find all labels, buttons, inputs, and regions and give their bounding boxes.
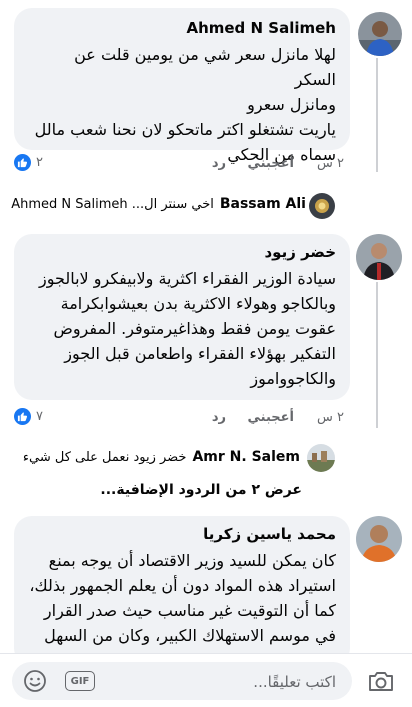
gif-button[interactable]: GIF [64, 669, 96, 693]
camera-icon [369, 672, 393, 691]
gif-icon: GIF [65, 671, 95, 691]
reaction-count: ٢ [36, 155, 43, 170]
reply-text: خضر زيود نعمل على كل شيء [22, 449, 187, 465]
comment-text: سيادة الوزير الفقراء اكثرية ولابيفكرو لا… [39, 269, 336, 388]
reply-link[interactable]: رد [212, 156, 226, 172]
like-icon [14, 154, 31, 171]
avatar-photo-icon [309, 193, 335, 219]
comment-text: لهلا مانزل سعر شي من يومين قلت عن السكر … [34, 45, 336, 164]
reply-author[interactable]: Amr N. Salem [192, 449, 300, 465]
reply-author[interactable]: Bassam Ali [220, 196, 306, 212]
view-more-replies-link[interactable]: عرض ٢ من الردود الإضافية... [100, 482, 302, 498]
comment-field[interactable]: GIF [12, 662, 352, 702]
avatar[interactable] [356, 234, 402, 280]
avatar-photo-icon [307, 444, 335, 472]
comment-author[interactable]: محمد ياسين زكريا [28, 524, 336, 544]
reply-link[interactable]: رد [212, 410, 226, 426]
reaction-summary[interactable]: ٢ [14, 154, 43, 171]
emoji-icon [24, 670, 46, 692]
reply-text: اخي سنتر ال... Ahmed N Salimeh [11, 196, 214, 212]
avatar-photo-icon [358, 12, 402, 56]
like-link[interactable]: أعجبني [248, 410, 294, 426]
comment-time: ٢ س [317, 156, 344, 171]
avatar-photo-icon [356, 516, 402, 562]
reply-preview[interactable]: Amr N. Salem خضر زيود نعمل على كل شيء [23, 449, 300, 465]
reply-avatar[interactable] [307, 444, 335, 472]
comment-composer: GIF [0, 653, 412, 707]
comment-text: كان يمكن للسيد وزير الاقتصاد أن يوجه بمن… [29, 551, 336, 645]
comment-actions: ٢ س أعجبني رد [0, 410, 412, 428]
avatar-photo-icon [356, 234, 402, 280]
thread-line [376, 282, 378, 428]
reaction-count: ٧ [36, 409, 43, 424]
like-link[interactable]: أعجبني [248, 156, 294, 172]
comment-bubble[interactable]: محمد ياسين زكريا كان يمكن للسيد وزير الا… [14, 516, 350, 666]
comment-actions: ٢ س أعجبني رد [0, 156, 412, 174]
comment-bubble[interactable]: Ahmed N Salimeh لهلا مانزل سعر شي من يوم… [14, 8, 350, 164]
avatar[interactable] [356, 516, 402, 562]
reply-preview[interactable]: Bassam Ali اخي سنتر ال... Ahmed N Salime… [11, 196, 306, 212]
emoji-button[interactable] [22, 668, 48, 694]
reply-avatar[interactable] [309, 193, 335, 219]
like-icon [14, 408, 31, 425]
thread-line [376, 58, 378, 172]
comment-time: ٢ س [317, 410, 344, 425]
reaction-summary[interactable]: ٧ [14, 408, 43, 425]
gif-label: GIF [70, 675, 90, 687]
comment-input[interactable] [134, 662, 338, 702]
comment-author[interactable]: Ahmed N Salimeh [28, 18, 336, 38]
comment-bubble[interactable]: خضر زيود سيادة الوزير الفقراء اكثرية ولا… [14, 234, 350, 400]
avatar[interactable] [358, 12, 402, 56]
comment-author[interactable]: خضر زيود [28, 242, 336, 262]
camera-button[interactable] [364, 666, 398, 696]
